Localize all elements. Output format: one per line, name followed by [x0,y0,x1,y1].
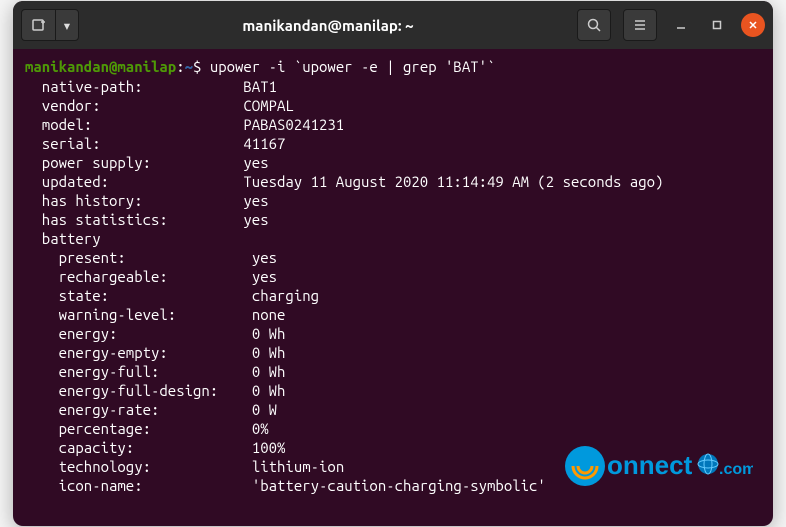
output-line: energy-full-design: 0 Wh [25,381,761,400]
output-value: 100% [252,438,286,457]
prompt-dollar: $ [193,58,210,75]
output-key: model: [25,115,243,134]
new-tab-dropdown[interactable]: ▾ [55,9,79,41]
output-value: Tuesday 11 August 2020 11:14:49 AM (2 se… [243,172,663,191]
titlebar-left: ▾ [21,9,79,41]
output-line: technology: lithium-ion [25,457,761,476]
output-line: serial: 41167 [25,134,761,153]
close-button[interactable] [741,13,765,37]
output-line: percentage: 0% [25,419,761,438]
output-value: yes [243,153,268,172]
minimize-button[interactable] [669,13,693,37]
output-key: energy-empty: [25,343,252,362]
output-key: power supply: [25,153,243,172]
output-value: 0 Wh [252,381,286,400]
minimize-icon [675,19,687,31]
menu-button[interactable] [623,9,657,41]
output-value: 'battery-caution-charging-symbolic' [252,476,546,495]
output-value: PABAS0241231 [243,115,344,134]
battery-section-header: battery [25,229,761,248]
search-icon [586,17,602,33]
output-value: BAT1 [243,77,277,96]
output-value: yes [252,248,277,267]
command-text: upower -i `upower -e | grep 'BAT'` [210,58,496,75]
output-line: vendor: COMPAL [25,96,761,115]
output-key: has statistics: [25,210,243,229]
output-key: icon-name: [25,476,252,495]
output-line: energy-full: 0 Wh [25,362,761,381]
new-tab-button[interactable] [21,9,55,41]
output-value: yes [252,267,277,286]
output-value: none [252,305,286,324]
output-value: lithium-ion [252,457,344,476]
output-line: icon-name: 'battery-caution-charging-sym… [25,476,761,495]
output-value: 41167 [243,134,285,153]
search-button[interactable] [577,9,611,41]
output-key: capacity: [25,438,252,457]
output-line: energy: 0 Wh [25,324,761,343]
output-key: percentage: [25,419,252,438]
output-line: warning-level: none [25,305,761,324]
maximize-button[interactable] [705,13,729,37]
output-line: has statistics: yes [25,210,761,229]
terminal-window: ▾ manikandan@manilap: ~ [13,1,773,525]
output-line: state: charging [25,286,761,305]
prompt-userhost: manikandan@manilap [25,58,176,75]
output-line: model: PABAS0241231 [25,115,761,134]
output-key: energy-rate: [25,400,252,419]
output-line: power supply: yes [25,153,761,172]
output-key: warning-level: [25,305,252,324]
output-value: 0% [252,419,269,438]
new-tab-icon [31,17,47,33]
titlebar: ▾ manikandan@manilap: ~ [13,1,773,49]
terminal-body[interactable]: manikandan@manilap:~$ upower -i `upower … [13,49,773,525]
output-key: has history: [25,191,243,210]
output-key: present: [25,248,252,267]
output-value: yes [243,191,268,210]
prompt-colon: : [176,58,184,75]
output-line: native-path: BAT1 [25,77,761,96]
output-key: serial: [25,134,243,153]
titlebar-right [577,9,765,41]
output-line: energy-rate: 0 W [25,400,761,419]
output-line: has history: yes [25,191,761,210]
output-line: energy-empty: 0 Wh [25,343,761,362]
output-key: energy-full-design: [25,381,252,400]
output-value: COMPAL [243,96,293,115]
output-line: rechargeable: yes [25,267,761,286]
output-value: 0 Wh [252,343,286,362]
output-key: energy-full: [25,362,252,381]
hamburger-icon [632,17,648,33]
output-value: 0 Wh [252,362,286,381]
output-key: native-path: [25,77,243,96]
close-icon [747,19,759,31]
output-battery-block: present: yes rechargeable: yes state: ch… [25,248,761,496]
output-line: capacity: 100% [25,438,761,457]
output-line: present: yes [25,248,761,267]
output-value: 0 W [252,400,277,419]
chevron-down-icon: ▾ [62,16,72,35]
output-key: energy: [25,324,252,343]
output-key: state: [25,286,252,305]
output-line: updated: Tuesday 11 August 2020 11:14:49… [25,172,761,191]
new-tab-split-button: ▾ [21,9,79,41]
output-value: yes [243,210,268,229]
output-key: technology: [25,457,252,476]
output-value: charging [252,286,319,305]
output-key: updated: [25,172,243,191]
prompt-line: manikandan@manilap:~$ upower -i `upower … [25,57,761,76]
output-key: vendor: [25,96,243,115]
output-top-block: native-path: BAT1 vendor: COMPAL model: … [25,77,761,229]
output-value: 0 Wh [252,324,286,343]
window-title: manikandan@manilap: ~ [87,17,569,34]
maximize-icon [711,19,723,31]
prompt-path: ~ [185,58,193,75]
output-key: rechargeable: [25,267,252,286]
